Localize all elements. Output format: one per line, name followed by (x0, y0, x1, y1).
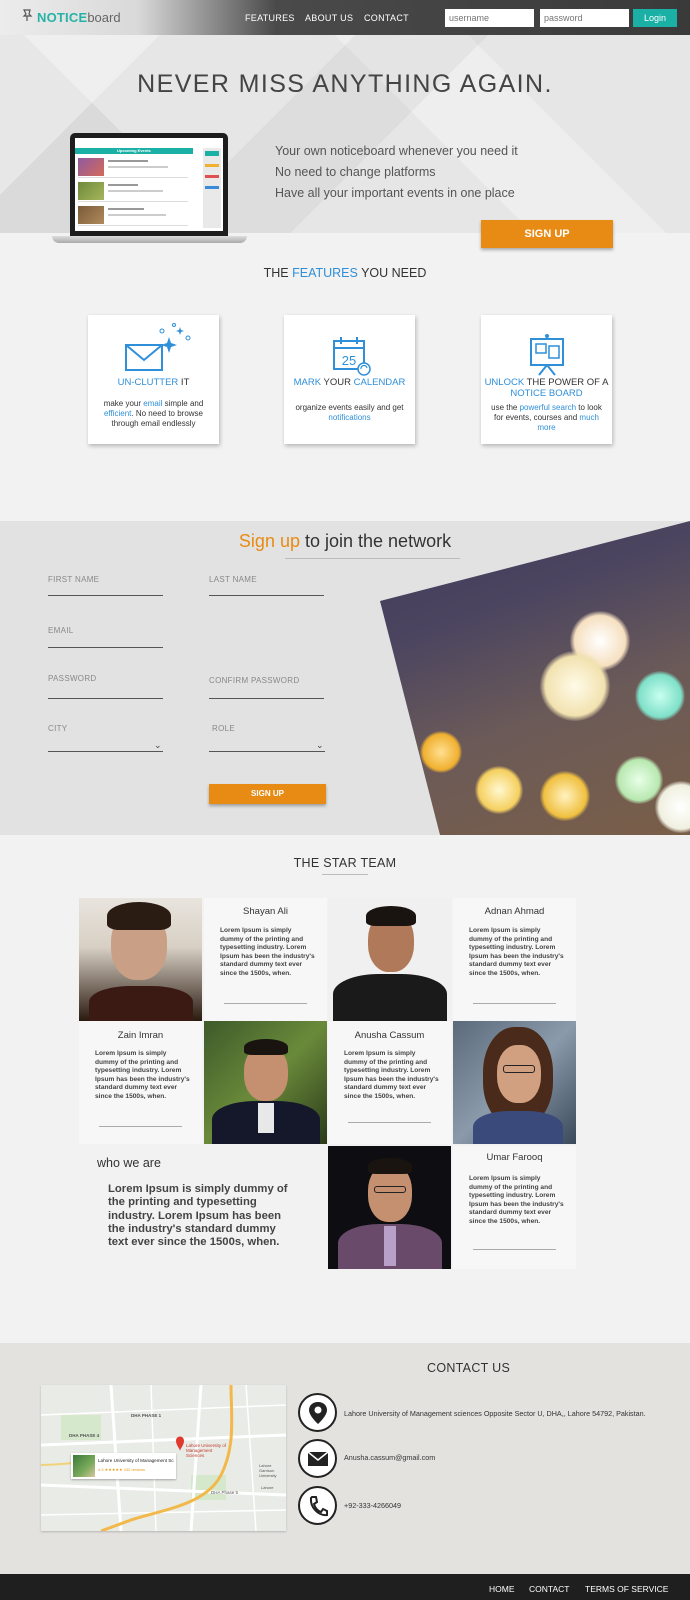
feature-desc-unclutter: make your email simple and efficient. No… (103, 399, 204, 428)
noticeboard-icon (481, 333, 612, 376)
feature-card-noticeboard: UNLOCK THE POWER OF A NOTICE BOARD use th… (481, 315, 612, 444)
hero-title: NEVER MISS ANYTHING AGAIN. (137, 70, 553, 98)
map-label-garrison: Lahore Garrison University (259, 1463, 277, 1478)
last-name-field[interactable] (209, 595, 324, 596)
envelope-icon (298, 1439, 337, 1478)
team-desc: Lorem Ipsum is simply dummy of the print… (469, 1175, 564, 1225)
team-name: Anusha Cassum (354, 1030, 425, 1041)
footer-home-link[interactable]: HOME (489, 1584, 515, 1594)
team-desc: Lorem Ipsum is simply dummy of the print… (344, 1050, 439, 1100)
email-label: EMAIL (48, 626, 74, 635)
map-label-lahore: Lahore (261, 1485, 274, 1490)
team-card-umar: Umar Farooq Lorem Ipsum is simply dummy … (453, 1146, 576, 1269)
team-name: Umar Farooq (486, 1152, 543, 1163)
password-field[interactable] (48, 698, 163, 699)
contact-address: Lahore University of Management sciences… (344, 1409, 646, 1418)
role-label: ROLE (212, 724, 235, 733)
first-name-label: FIRST NAME (48, 575, 100, 584)
contact-phone[interactable]: +92-333-4266049 (344, 1501, 401, 1510)
bokeh-image (380, 521, 690, 835)
last-name-label: LAST NAME (209, 575, 257, 584)
contact-section: CONTACT US DHA PHASE 1 DHA PHASE 4 DHA P… (0, 1343, 690, 1574)
confirm-password-field[interactable] (209, 698, 324, 699)
team-desc: Lorem Ipsum is simply dummy of the print… (220, 927, 315, 977)
contact-title: CONTACT US (427, 1361, 511, 1375)
team-title: THE STAR TEAM (293, 856, 397, 870)
logo-text-prefix: NOTICE (37, 9, 88, 25)
feature-title-noticeboard: UNLOCK THE POWER OF A NOTICE BOARD (484, 377, 609, 399)
chevron-down-icon[interactable]: ⌄ (316, 740, 324, 751)
map-card-rating: 4.5 ★★★★★ 242 reviews (98, 1467, 146, 1472)
logo-text-suffix: board (87, 9, 121, 25)
hero-signup-button[interactable]: SIGN UP (481, 220, 613, 248)
team-desc: Lorem Ipsum is simply dummy of the print… (469, 927, 564, 977)
team-photo-anusha (453, 1021, 576, 1144)
email-sparkle-icon (88, 323, 219, 373)
phone-icon (298, 1486, 337, 1525)
chevron-down-icon[interactable]: ⌄ (154, 740, 162, 751)
top-navbar: NOTICEboard FEATURES ABOUT US CONTACT Lo… (0, 0, 690, 35)
password-label: PASSWORD (48, 674, 97, 683)
map-place-card[interactable]: Lahore University of Management Sci... 4… (71, 1453, 176, 1479)
who-we-are-desc: Lorem Ipsum is simply dummy of the print… (108, 1183, 288, 1249)
signup-section: Sign up to join the network FIRST NAME L… (0, 521, 690, 835)
feature-desc-calendar: organize events easily and get notificat… (295, 403, 404, 422)
hero-tagline-1: Your own noticeboard whenever you need i… (275, 144, 518, 158)
laptop-header-bar: Upcoming Events (75, 148, 193, 154)
nav-features[interactable]: FEATURES (245, 13, 295, 23)
team-name: Zain Imran (117, 1030, 164, 1041)
features-title: THE FEATURES YOU NEED (263, 266, 427, 280)
team-desc: Lorem Ipsum is simply dummy of the print… (95, 1050, 190, 1100)
team-card-shayan: Shayan Ali Lorem Ipsum is simply dummy o… (204, 898, 327, 1021)
confirm-password-label: CONFIRM PASSWORD (209, 676, 300, 685)
map-pin-label: Lahore University of Management Sciences (186, 1443, 227, 1458)
pin-icon (22, 9, 33, 25)
contact-email[interactable]: Anusha.cassum@gmail.com (344, 1453, 435, 1462)
team-card-adnan: Adnan Ahmad Lorem Ipsum is simply dummy … (453, 898, 576, 1021)
team-card-zain: Zain Imran Lorem Ipsum is simply dummy o… (79, 1021, 202, 1144)
hero-tagline-2: No need to change platforms (275, 165, 436, 179)
team-photo-zain (204, 1021, 327, 1144)
team-photo-umar (328, 1146, 451, 1269)
calendar-icon: 25 (284, 333, 415, 376)
team-photo-adnan (328, 898, 451, 1021)
laptop-illustration: Upcoming Events (52, 133, 247, 245)
team-name: Adnan Ahmad (484, 906, 545, 917)
map-card-title: Lahore University of Management Sci... (98, 1458, 174, 1463)
feature-card-calendar: 25 MARK YOUR CALENDAR organize events ea… (284, 315, 415, 444)
email-field[interactable] (48, 647, 163, 648)
laptop-header-text: Upcoming Events (117, 148, 151, 153)
map-label-phase4: DHA PHASE 4 (69, 1433, 100, 1438)
map-label-phase1: DHA PHASE 1 (131, 1413, 162, 1418)
city-label: CITY (48, 724, 68, 733)
role-select[interactable] (209, 751, 325, 752)
signup-submit-button[interactable]: SIGN UP (209, 784, 326, 804)
nav-about-us[interactable]: ABOUT US (305, 13, 353, 23)
login-button[interactable]: Login (633, 9, 677, 27)
svg-text:25: 25 (341, 353, 355, 368)
who-we-are-title: who we are (97, 1156, 161, 1170)
feature-card-unclutter: UN-CLUTTER IT make your email simple and… (88, 315, 219, 444)
feature-desc-noticeboard: use the powerful search to look for even… (491, 403, 602, 432)
city-select[interactable] (48, 751, 163, 752)
team-photo-shayan (79, 898, 202, 1021)
password-input[interactable] (540, 9, 629, 27)
location-pin-icon (298, 1393, 337, 1432)
first-name-field[interactable] (48, 595, 163, 596)
logo[interactable]: NOTICE board (22, 9, 121, 25)
feature-title-unclutter: UN-CLUTTER IT (117, 377, 190, 388)
feature-title-calendar: MARK YOUR CALENDAR (293, 377, 406, 388)
hero-tagline-3: Have all your important events in one pl… (275, 186, 515, 200)
team-name: Shayan Ali (243, 906, 288, 917)
location-map[interactable]: DHA PHASE 1 DHA PHASE 4 DHA Phase 5 Laho… (41, 1385, 286, 1531)
footer-contact-link[interactable]: CONTACT (529, 1584, 569, 1594)
footer-terms-link[interactable]: TERMS OF SERVICE (585, 1584, 668, 1594)
team-card-anusha: Anusha Cassum Lorem Ipsum is simply dumm… (328, 1021, 451, 1144)
footer: HOME CONTACT TERMS OF SERVICE (0, 1574, 690, 1600)
username-input[interactable] (445, 9, 534, 27)
nav-contact[interactable]: CONTACT (364, 13, 409, 23)
map-label-phase5: DHA Phase 5 (211, 1490, 239, 1495)
